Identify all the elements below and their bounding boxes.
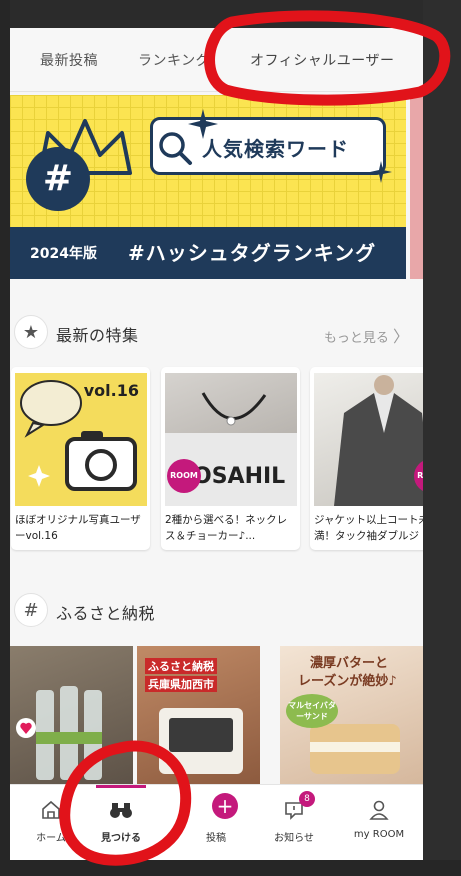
jacket-photo bbox=[334, 375, 423, 506]
furusato-label: 濃厚バターと bbox=[310, 656, 389, 671]
feature-card[interactable]: ROOM Style ジャケット以上コート未満！タック袖ダブルジ bbox=[310, 367, 423, 550]
furusato-label: 兵庫県加西市 bbox=[145, 676, 217, 692]
hash-icon: # bbox=[14, 593, 48, 627]
feature-card[interactable]: vol.16 ほぼオリジナル写真ユーザーvol.16 bbox=[11, 367, 150, 550]
bottom-nav: ホーム 見つける + 投稿 8 お知らせ my ROOM bbox=[10, 784, 423, 860]
banner-footer: 2024年版 #ハッシュタグランキング bbox=[10, 227, 406, 279]
nav-label: my ROOM bbox=[353, 829, 405, 840]
sparkle-icon bbox=[188, 109, 218, 139]
nav-label: 投稿 bbox=[206, 833, 226, 844]
notification-count-badge: 8 bbox=[299, 791, 315, 807]
banner-subtitle: #ハッシュタグランキング bbox=[128, 241, 377, 265]
active-indicator bbox=[96, 785, 146, 788]
top-tab-bar: 最新投稿 ランキング オフィシャルユーザー bbox=[10, 28, 423, 92]
section-title: ふるさと納税 bbox=[56, 604, 156, 623]
furusato-section-header: # ふるさと納税 bbox=[10, 593, 423, 633]
chevron-right-icon: 〉 bbox=[392, 327, 409, 346]
card-title: ほぼオリジナル写真ユーザーvol.16 bbox=[15, 514, 141, 542]
device-frame-left bbox=[0, 0, 10, 876]
plus-icon: + bbox=[212, 793, 238, 819]
furusato-badge: マルセイバターサンド bbox=[286, 694, 338, 728]
device-frame-right bbox=[423, 0, 461, 876]
furusato-item-water[interactable] bbox=[10, 646, 133, 786]
water-bottles-photo bbox=[16, 686, 102, 780]
card-title: ジャケット以上コート未満！タック袖ダブルジ bbox=[314, 514, 423, 542]
nav-notifications[interactable]: 8 お知らせ bbox=[253, 785, 335, 860]
card-image: vol.16 bbox=[15, 373, 147, 506]
device-frame-bottom bbox=[0, 860, 461, 876]
room-style-badge: ROOM Style bbox=[167, 459, 201, 506]
nav-discover[interactable]: 見つける bbox=[80, 785, 162, 860]
furusato-list: ふるさと納税 兵庫県加西市 濃厚バターと レーズンが絶妙♪ マルセイバターサンド bbox=[10, 646, 423, 786]
furusato-label: ふるさと納税 bbox=[145, 658, 217, 674]
star-icon: ★ bbox=[14, 315, 48, 349]
nav-label: お知らせ bbox=[274, 833, 314, 844]
tab-latest-posts[interactable]: 最新投稿 bbox=[40, 50, 98, 70]
feature-section-header: ★ 最新の特集 もっと見る 〉 bbox=[10, 315, 423, 355]
nav-my-room[interactable]: my ROOM bbox=[338, 785, 420, 860]
volume-badge: vol.16 bbox=[83, 381, 139, 400]
tab-ranking[interactable]: ランキング bbox=[138, 50, 210, 70]
sparkle-icon bbox=[370, 161, 392, 183]
furusato-item-butter-sand[interactable]: 濃厚バターと レーズンが絶妙♪ マルセイバターサンド bbox=[280, 646, 423, 786]
feature-card[interactable]: OSAHIL ROOM Style 2種から選べる！ネックレス＆チョーカー♪..… bbox=[161, 367, 300, 550]
card-image: OSAHIL ROOM Style bbox=[165, 373, 297, 506]
hash-icon: # bbox=[26, 147, 90, 211]
nav-post[interactable]: + 投稿 bbox=[175, 785, 257, 860]
person-icon bbox=[338, 797, 420, 823]
furusato-label: レーズンが絶妙♪ bbox=[298, 674, 397, 689]
bell-icon bbox=[253, 797, 335, 823]
tab-official-users[interactable]: オフィシャルユーザー bbox=[250, 50, 394, 70]
card-title: 2種から選べる！ネックレス＆チョーカー♪... bbox=[165, 514, 288, 542]
section-title: 最新の特集 bbox=[56, 326, 139, 345]
nav-label: 見つける bbox=[101, 833, 141, 844]
svg-text:OSAHIL: OSAHIL bbox=[193, 464, 285, 489]
see-more-link[interactable]: もっと見る 〉 bbox=[324, 323, 409, 347]
hashtag-ranking-banner[interactable]: # 人気検索ワード 2024年版 #ハッシュタグランキング bbox=[10, 95, 406, 279]
binoculars-icon bbox=[80, 797, 162, 823]
banner-title: 人気検索ワード bbox=[202, 137, 349, 161]
banner-year: 2024年版 bbox=[30, 246, 97, 262]
app-screen: 最新投稿 ランキング オフィシャルユーザー # 人気検索ワード 2024年版 #… bbox=[10, 28, 423, 860]
next-banner-peek[interactable] bbox=[410, 95, 423, 279]
furusato-item-toaster[interactable]: ふるさと納税 兵庫県加西市 bbox=[137, 646, 260, 786]
card-image: ROOM Style bbox=[314, 373, 423, 506]
